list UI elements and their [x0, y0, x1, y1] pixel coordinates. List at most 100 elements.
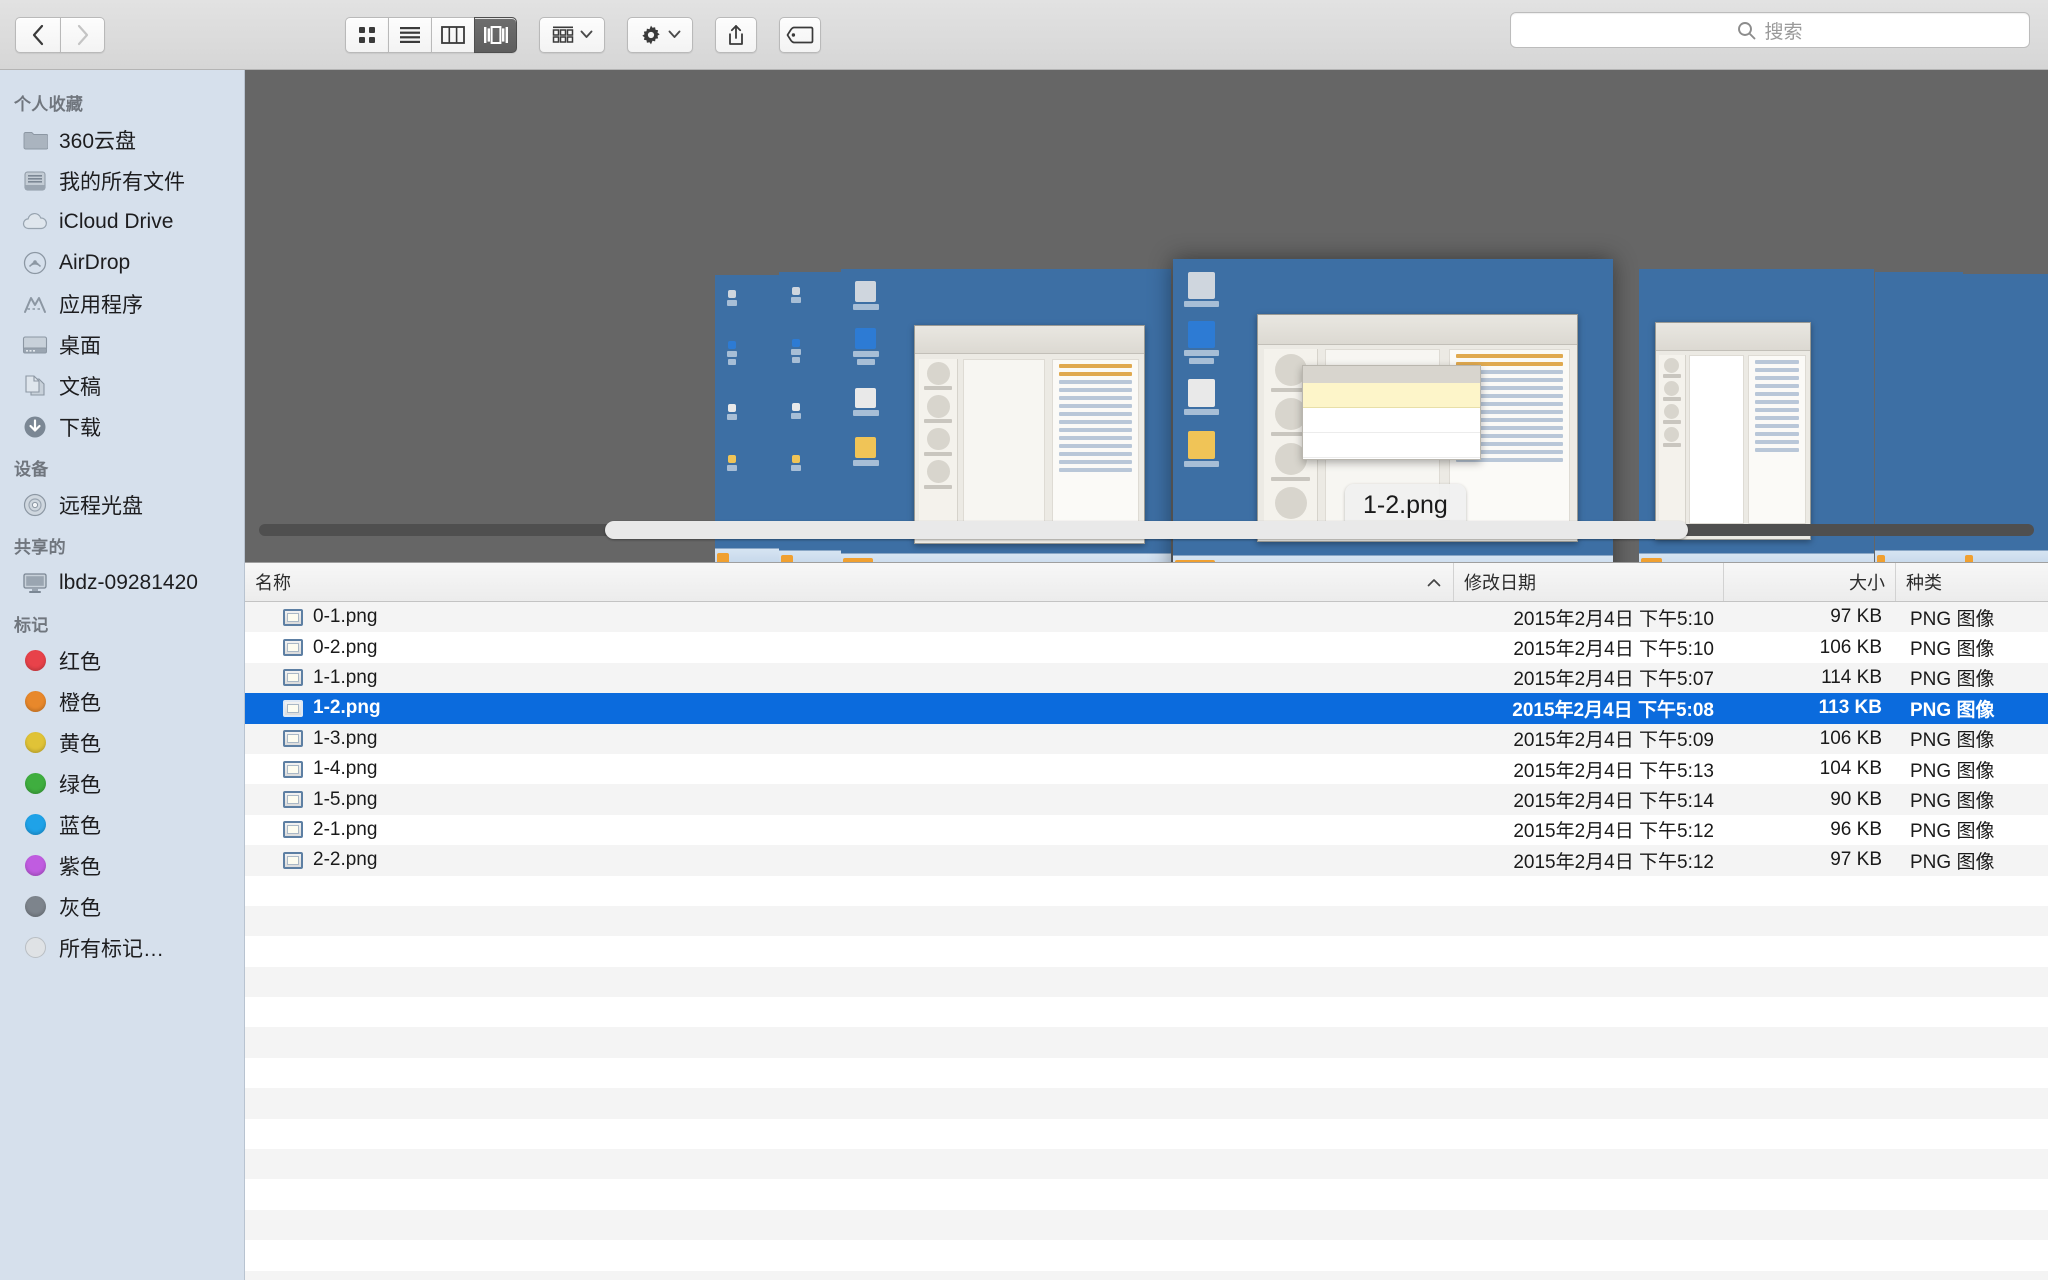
- share-button[interactable]: [715, 16, 757, 53]
- column-header-label: 名称: [255, 573, 291, 593]
- sidebar-item-桌面[interactable]: 桌面: [0, 324, 244, 365]
- file-name-label: 1-4.png: [313, 758, 378, 780]
- downloads-icon: [22, 414, 48, 440]
- sidebar-item-icloud-drive[interactable]: iCloud Drive: [0, 201, 244, 242]
- sidebar-item-我的所有文件[interactable]: 我的所有文件: [0, 160, 244, 201]
- sidebar-item-红色[interactable]: 红色: [0, 640, 244, 681]
- sidebar-item-灰色[interactable]: 灰色: [0, 886, 244, 927]
- file-list-header: 名称 修改日期 大小 种类: [245, 562, 2048, 602]
- table-row[interactable]: 1-1.png 2015年2月4日 下午5:07 114 KB PNG 图像: [245, 662, 2048, 694]
- tag-color-dot: [24, 814, 46, 835]
- cell-date: 2015年2月4日 下午5:08: [1512, 699, 1714, 721]
- coverflow-item-previous[interactable]: [841, 269, 1171, 562]
- coverflow-scrollbar-thumb[interactable]: [605, 521, 1688, 539]
- tag-dot-icon: [22, 853, 48, 879]
- png-file-icon: [283, 760, 303, 778]
- table-row-empty: [245, 875, 2048, 906]
- sidebar-item-label: 灰色: [59, 896, 101, 920]
- cell-size: 104 KB: [1819, 758, 1882, 780]
- file-name-label: 1-2.png: [313, 697, 381, 719]
- png-file-icon: [283, 608, 303, 626]
- action-gear-button[interactable]: [627, 16, 693, 53]
- png-file-icon: [283, 699, 303, 717]
- all-my-files-icon: [22, 168, 48, 194]
- window-body: 个人收藏 360云盘 我的所有文件 iCloud Drive AirDrop 应用程序 桌面…: [0, 70, 2048, 1280]
- preview-windows-desktop: [841, 269, 1171, 562]
- table-row-empty: [245, 1118, 2048, 1150]
- sidebar-item-黄色[interactable]: 黄色: [0, 722, 244, 763]
- png-file-icon: [283, 851, 303, 869]
- forward-button[interactable]: [60, 16, 105, 53]
- table-row[interactable]: 0-1.png 2015年2月4日 下午5:10 97 KB PNG 图像: [245, 602, 2048, 633]
- coverflow-item-right-2[interactable]: [1963, 274, 2048, 562]
- sidebar-item-所有标记-[interactable]: 所有标记…: [0, 927, 244, 968]
- table-row[interactable]: 2-1.png 2015年2月4日 下午5:12 96 KB PNG 图像: [245, 814, 2048, 846]
- icon-view-button[interactable]: [345, 16, 388, 53]
- arrange-button[interactable]: [539, 16, 605, 53]
- back-button[interactable]: [15, 16, 60, 53]
- cell-kind: PNG 图像: [1910, 821, 1995, 843]
- column-header-name[interactable]: 名称: [245, 563, 1454, 601]
- column-view-button[interactable]: [431, 16, 474, 53]
- list-view-button[interactable]: [388, 16, 431, 53]
- sidebar-item-下载[interactable]: 下载: [0, 406, 244, 447]
- tag-button[interactable]: [779, 16, 821, 53]
- sidebar-item-airdrop[interactable]: AirDrop: [0, 242, 244, 283]
- table-row[interactable]: 1-5.png 2015年2月4日 下午5:14 90 KB PNG 图像: [245, 784, 2048, 815]
- file-name-label: 1-3.png: [313, 727, 378, 749]
- tag-color-dot: [24, 896, 46, 917]
- sidebar-item-橙色[interactable]: 橙色: [0, 681, 244, 722]
- share-icon: [726, 24, 746, 46]
- column-header-date[interactable]: 修改日期: [1454, 563, 1724, 601]
- coverflow-scrollbar-track[interactable]: [259, 521, 2034, 539]
- file-name-label: 1-5.png: [313, 788, 378, 810]
- tag-dot-icon: [22, 730, 48, 756]
- cell-date: 2015年2月4日 下午5:09: [1513, 730, 1714, 752]
- table-row-empty: [245, 1149, 2048, 1180]
- tag-color-dot-hollow: [24, 937, 46, 958]
- sidebar-item-label: 远程光盘: [59, 494, 143, 518]
- sidebar-item-label: 文稿: [59, 375, 101, 399]
- coverflow-item-right-1[interactable]: [1875, 272, 1963, 562]
- sidebar-item-360云盘[interactable]: 360云盘: [0, 119, 244, 160]
- column-header-kind[interactable]: 种类: [1896, 563, 2048, 601]
- cell-kind: PNG 图像: [1910, 699, 1995, 721]
- table-row[interactable]: 0-2.png 2015年2月4日 下午5:10 106 KB PNG 图像: [245, 632, 2048, 663]
- sidebar-item-文稿[interactable]: 文稿: [0, 365, 244, 406]
- table-row-empty: [245, 1027, 2048, 1058]
- tag-dot-hollow-icon: [22, 935, 48, 961]
- table-row[interactable]: 1-2.png 2015年2月4日 下午5:08 113 KB PNG 图像: [245, 693, 2048, 724]
- table-row[interactable]: 1-3.png 2015年2月4日 下午5:09 106 KB PNG 图像: [245, 723, 2048, 754]
- cell-name: 0-2.png: [245, 637, 1454, 659]
- sidebar-item-远程光盘[interactable]: 远程光盘: [0, 484, 244, 525]
- cell-date: 2015年2月4日 下午5:14: [1513, 791, 1714, 813]
- table-row[interactable]: 2-2.png 2015年2月4日 下午5:12 97 KB PNG 图像: [245, 845, 2048, 876]
- grid-icon: [357, 25, 377, 45]
- column-header-size[interactable]: 大小: [1724, 563, 1896, 601]
- file-list-body: 0-1.png 2015年2月4日 下午5:10 97 KB PNG 图像 0-2.pn…: [245, 602, 2048, 1280]
- cell-size: 114 KB: [1821, 666, 1882, 688]
- sidebar-section-title: 共享的: [14, 538, 66, 557]
- search-input[interactable]: 搜索: [1510, 12, 2030, 48]
- png-file-icon: [283, 669, 303, 687]
- coverflow-pane[interactable]: 1-2.png: [245, 70, 2048, 562]
- sidebar-section-title: 设备: [14, 460, 49, 479]
- sidebar-item-蓝色[interactable]: 蓝色: [0, 804, 244, 845]
- sidebar-item-应用程序[interactable]: 应用程序: [0, 283, 244, 324]
- arrange-icon: [552, 26, 574, 44]
- sidebar-item-label: 蓝色: [59, 814, 101, 838]
- tag-color-dot: [24, 650, 46, 671]
- cell-size: 113 KB: [1818, 697, 1882, 719]
- sidebar-item-绿色[interactable]: 绿色: [0, 763, 244, 804]
- tag-dot-icon: [22, 689, 48, 715]
- sidebar-item-紫色[interactable]: 紫色: [0, 845, 244, 886]
- sidebar-item-lbdz-09281420[interactable]: lbdz-09281420: [0, 562, 244, 603]
- coverflow-item-next[interactable]: [1639, 269, 1874, 562]
- coverflow-view-button[interactable]: [474, 16, 517, 53]
- tag-color-dot: [24, 773, 46, 794]
- table-row-empty: [245, 966, 2048, 998]
- cell-name: 2-1.png: [245, 819, 1454, 841]
- cell-name: 1-2.png: [245, 697, 1454, 719]
- cell-date: 2015年2月4日 下午5:13: [1513, 760, 1714, 782]
- table-row[interactable]: 1-4.png 2015年2月4日 下午5:13 104 KB PNG 图像: [245, 753, 2048, 785]
